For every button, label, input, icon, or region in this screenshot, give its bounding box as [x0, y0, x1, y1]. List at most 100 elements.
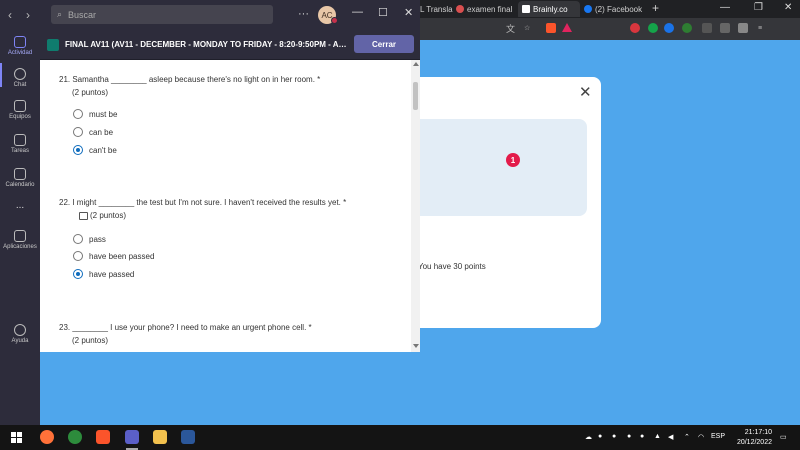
- brave-icon[interactable]: [96, 430, 110, 444]
- minimize-icon[interactable]: —: [352, 6, 363, 18]
- close-window-icon[interactable]: ✕: [404, 6, 413, 19]
- rail-item-equipos[interactable]: Equipos: [0, 100, 40, 120]
- app-tray-icon[interactable]: ●: [612, 433, 616, 440]
- option-label: have passed: [89, 269, 135, 279]
- extension-grammarly-icon[interactable]: [648, 23, 658, 33]
- form-header: FINAL AV11 (AV11 - DECEMBER - MONDAY TO …: [40, 30, 420, 60]
- radio-option[interactable]: must be: [73, 109, 117, 119]
- option-label: can be: [89, 127, 114, 137]
- new-tab-icon[interactable]: +: [652, 1, 659, 15]
- sidebar-icon[interactable]: [720, 23, 730, 33]
- browser-toolbar: 文 ☆ ≡: [420, 18, 800, 40]
- question-22: 22. I might ________ the test but I'm no…: [59, 196, 389, 222]
- browser-tab-examen[interactable]: examen final: [456, 1, 516, 17]
- question-points: (2 puntos): [72, 88, 109, 97]
- immersive-reader-icon[interactable]: [79, 211, 88, 220]
- tab-label: examen final: [467, 4, 513, 14]
- back-icon[interactable]: ‹: [8, 8, 12, 22]
- teams-icon[interactable]: [125, 430, 139, 444]
- app-green-icon[interactable]: [68, 430, 82, 444]
- browser-tab-facebook[interactable]: (2) Facebook: [584, 1, 652, 17]
- close-icon[interactable]: ✕: [579, 83, 592, 101]
- teams-icon: [14, 100, 26, 112]
- word-icon[interactable]: [181, 430, 195, 444]
- clock[interactable]: 21:17:10 20/12/2022: [726, 428, 772, 448]
- close-button[interactable]: Cerrar: [354, 35, 414, 53]
- search-placeholder: Buscar: [68, 9, 97, 20]
- radio-button[interactable]: [73, 109, 83, 119]
- windows-taskbar: ☁ ● ● ● ● ▲ ◀ ⌃ ◠ ESP 21:17:10 20/12/202…: [0, 425, 800, 450]
- rail-item-actividad[interactable]: Actividad: [0, 36, 40, 56]
- firefox-icon[interactable]: [40, 430, 54, 444]
- app-tray-icon[interactable]: ●: [598, 433, 602, 440]
- question-points: (2 puntos): [90, 211, 127, 220]
- wallet-icon[interactable]: [738, 23, 748, 33]
- bookmark-star-icon[interactable]: ☆: [524, 23, 530, 33]
- brave-shield-icon[interactable]: [546, 23, 556, 33]
- notifications-icon[interactable]: ▭: [780, 433, 787, 441]
- app-tray-icon[interactable]: ●: [627, 433, 631, 440]
- radio-button[interactable]: [73, 251, 83, 261]
- translate-icon[interactable]: 文: [506, 23, 515, 34]
- form-body: 21. Samantha ________ asleep because the…: [40, 60, 420, 352]
- radio-button[interactable]: [73, 127, 83, 137]
- radio-option[interactable]: have been passed: [73, 251, 154, 261]
- option-label: pass: [89, 234, 106, 244]
- minimize-icon[interactable]: —: [720, 2, 730, 13]
- restore-icon[interactable]: ❐: [754, 2, 763, 13]
- radio-option-selected[interactable]: have passed: [73, 269, 134, 279]
- volume-icon[interactable]: ◀: [668, 433, 673, 441]
- rail-label: Calendario: [5, 182, 35, 188]
- file-explorer-icon[interactable]: [153, 430, 167, 444]
- radio-option-selected[interactable]: can't be: [73, 145, 117, 155]
- radio-option[interactable]: pass: [73, 234, 106, 244]
- show-hidden-icons[interactable]: ⌃: [684, 433, 690, 441]
- brave-rewards-icon[interactable]: [562, 23, 572, 32]
- onedrive-icon[interactable]: ☁: [585, 433, 592, 441]
- scroll-thumb[interactable]: [413, 82, 418, 110]
- assignments-icon: [14, 134, 26, 146]
- menu-icon[interactable]: ≡: [758, 23, 762, 33]
- forms-logo-icon: [47, 39, 59, 51]
- rail-item-aplicaciones[interactable]: Aplicaciones: [0, 230, 40, 250]
- rail-item-ayuda[interactable]: Ayuda: [0, 324, 40, 344]
- radio-option[interactable]: can be: [73, 127, 113, 137]
- clock-date: 20/12/2022: [736, 439, 772, 446]
- rail-item-more[interactable]: ...: [0, 200, 40, 211]
- chat-icon: [14, 68, 26, 80]
- windows-start-icon[interactable]: [11, 432, 22, 443]
- scroll-down-icon[interactable]: [413, 344, 419, 348]
- more-options-icon[interactable]: ···: [298, 8, 309, 20]
- search-input[interactable]: ⌕ Buscar: [51, 5, 273, 24]
- language-indicator[interactable]: ESP: [711, 433, 725, 440]
- network-icon[interactable]: ▲: [654, 433, 661, 440]
- option-label: must be: [89, 109, 118, 119]
- rail-item-calendario[interactable]: Calendario: [0, 168, 40, 188]
- tab-label: L Transla: [420, 4, 453, 14]
- more-icon: ...: [15, 200, 25, 211]
- modal-card: [410, 119, 587, 216]
- app-tray-icon[interactable]: ●: [640, 433, 644, 440]
- extension-blue-icon[interactable]: [664, 23, 674, 33]
- option-label: can't be: [89, 145, 117, 155]
- scroll-up-icon[interactable]: [413, 62, 419, 66]
- radio-button[interactable]: [73, 269, 83, 279]
- tab-label: Brainly.co: [533, 4, 568, 14]
- radio-button[interactable]: [73, 234, 83, 244]
- wifi-icon[interactable]: ◠: [698, 433, 704, 441]
- browser-tab-translate[interactable]: L Transla: [420, 1, 456, 17]
- rail-label: Equipos: [9, 114, 31, 120]
- rail-item-tareas[interactable]: Tareas: [0, 134, 40, 154]
- rail-item-chat[interactable]: Chat: [0, 68, 40, 88]
- scrollbar[interactable]: [411, 60, 420, 352]
- maximize-icon[interactable]: ☐: [378, 6, 388, 19]
- brainly-favicon-icon: [522, 5, 530, 13]
- browser-tab-brainly[interactable]: Brainly.co: [518, 1, 580, 17]
- radio-button[interactable]: [73, 145, 83, 155]
- extensions-puzzle-icon[interactable]: [702, 23, 712, 33]
- extension-red-icon[interactable]: [630, 23, 640, 33]
- extension-green-icon[interactable]: [682, 23, 692, 33]
- forward-icon[interactable]: ›: [26, 8, 30, 22]
- browser-tab-bar: L Transla examen final Brainly.co (2) Fa…: [420, 0, 800, 18]
- close-window-icon[interactable]: ✕: [784, 2, 792, 13]
